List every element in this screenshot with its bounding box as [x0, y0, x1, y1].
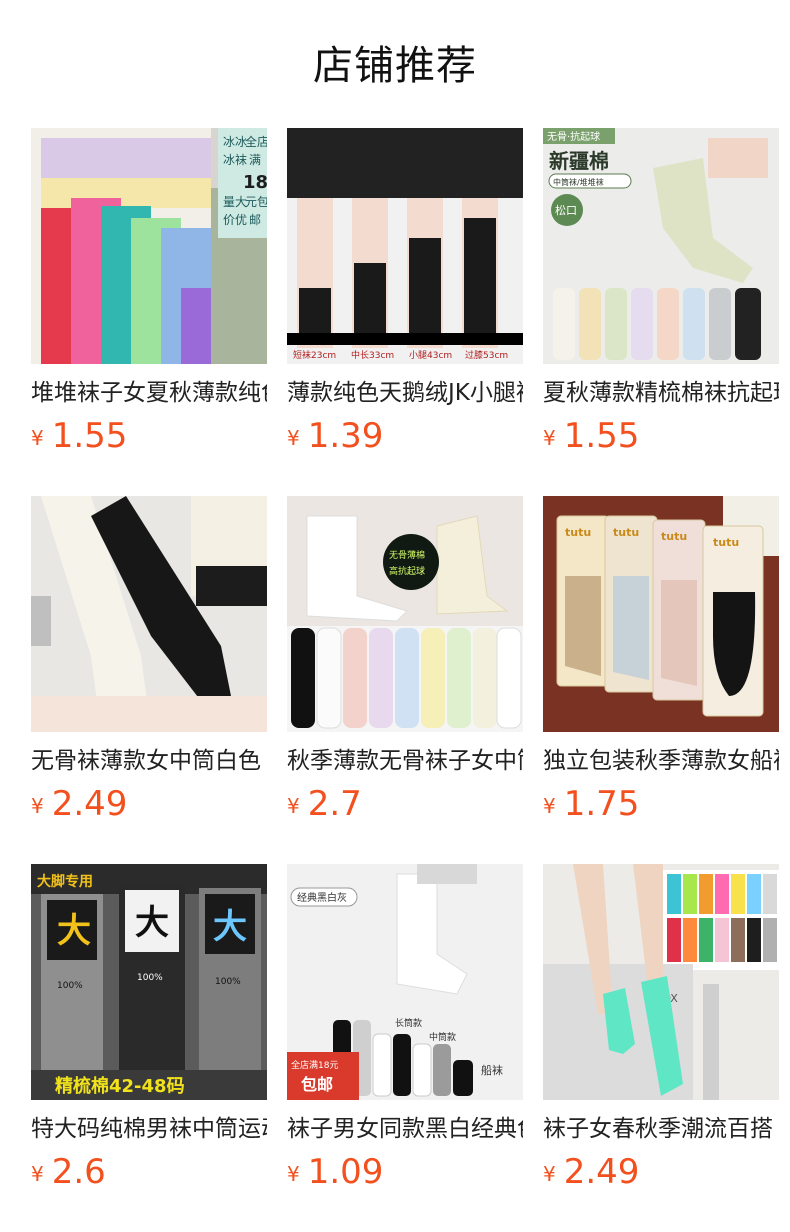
- image-caption: 长筒款: [395, 1017, 422, 1029]
- image-caption: 18: [243, 172, 267, 193]
- product-image[interactable]: 冰冰 全店 冰袜 满 18 量大 元包 价优 邮: [31, 128, 267, 364]
- image-caption: 100%: [57, 981, 83, 991]
- image-caption: 全店满18元: [291, 1059, 338, 1071]
- product-card[interactable]: BOX 袜子女春秋季潮流百搭 ¥2.49: [543, 864, 779, 1204]
- image-caption: 价优: [223, 213, 247, 227]
- currency-symbol: ¥: [287, 426, 300, 450]
- page: 店铺推荐 冰冰 全店 冰袜 满 18 量大 元包 价优 邮 堆堆袜子女夏秋薄款纯…: [0, 0, 790, 1232]
- currency-symbol: ¥: [31, 794, 44, 818]
- image-caption: 冰冰: [223, 135, 247, 149]
- currency-symbol: ¥: [31, 426, 44, 450]
- currency-symbol: ¥: [543, 1162, 556, 1186]
- product-image[interactable]: tutu tutu tutu tutu: [543, 496, 779, 732]
- product-name[interactable]: 特大码纯棉男袜中筒运动: [31, 1112, 267, 1146]
- price-amount: 1.55: [51, 416, 128, 456]
- image-caption: tutu: [565, 526, 591, 539]
- image-caption: tutu: [661, 530, 687, 543]
- price-amount: 2.7: [307, 784, 362, 824]
- product-card[interactable]: 冰冰 全店 冰袜 满 18 量大 元包 价优 邮 堆堆袜子女夏秋薄款纯色 ¥1.…: [31, 128, 267, 468]
- product-image[interactable]: [31, 496, 267, 732]
- image-caption: 中筒款: [429, 1031, 456, 1043]
- product-name[interactable]: 袜子女春秋季潮流百搭: [543, 1112, 779, 1146]
- price-amount: 1.55: [563, 416, 640, 456]
- image-caption: 高抗起球: [389, 565, 425, 577]
- image-caption: 中筒袜/堆堆袜: [553, 177, 604, 187]
- product-name[interactable]: 堆堆袜子女夏秋薄款纯色: [31, 376, 267, 410]
- price-amount: 1.75: [563, 784, 640, 824]
- product-name[interactable]: 袜子男女同款黑白经典色: [287, 1112, 523, 1146]
- image-caption: 全店: [245, 134, 267, 149]
- currency-symbol: ¥: [31, 1162, 44, 1186]
- product-name[interactable]: 独立包装秋季薄款女船袜: [543, 744, 779, 778]
- product-image[interactable]: 无骨薄棉 高抗起球: [287, 496, 523, 732]
- product-price: ¥2.49: [543, 1150, 639, 1194]
- image-caption: 新疆棉: [549, 149, 609, 173]
- price-amount: 2.49: [563, 1152, 640, 1192]
- product-card[interactable]: 短袜23cm 中长33cm 小腿43cm 过膝53cm 薄款纯色天鹅绒JK小腿袜…: [287, 128, 523, 468]
- image-caption: 满: [249, 153, 261, 167]
- image-caption: 大脚专用: [37, 873, 93, 890]
- price-amount: 2.49: [51, 784, 128, 824]
- product-price: ¥1.75: [543, 782, 639, 826]
- product-price: ¥2.49: [31, 782, 127, 826]
- image-caption: 精梳棉42-48码: [55, 1075, 185, 1097]
- image-caption: 船袜: [481, 1063, 503, 1077]
- image-caption: 短袜23cm: [293, 349, 336, 361]
- product-card[interactable]: 无骨袜薄款女中筒白色 ¥2.49: [31, 496, 267, 836]
- product-price: ¥2.6: [31, 1150, 106, 1194]
- price-amount: 1.09: [307, 1152, 384, 1192]
- currency-symbol: ¥: [287, 794, 300, 818]
- price-amount: 2.6: [51, 1152, 106, 1192]
- product-name[interactable]: 薄款纯色天鹅绒JK小腿袜: [287, 376, 523, 410]
- image-caption: 中长33cm: [351, 349, 394, 361]
- product-card[interactable]: tutu tutu tutu tutu 独立包装秋季薄款女船袜 ¥1.75: [543, 496, 779, 836]
- product-card[interactable]: 无骨薄棉 高抗起球 秋季薄款无骨袜子女中筒 ¥2.7: [287, 496, 523, 836]
- image-caption: tutu: [613, 526, 639, 539]
- currency-symbol: ¥: [287, 1162, 300, 1186]
- currency-symbol: ¥: [543, 426, 556, 450]
- price-amount: 1.39: [307, 416, 384, 456]
- image-caption: 松口: [555, 203, 577, 217]
- product-price: ¥2.7: [287, 782, 362, 826]
- image-caption: 小腿43cm: [409, 350, 452, 361]
- image-caption: 邮: [249, 213, 261, 227]
- image-caption: 量大: [223, 195, 247, 209]
- product-image[interactable]: 大脚专用 大 大 大 100% 100% 100% 精梳棉42-48码: [31, 864, 267, 1100]
- image-caption: tutu: [713, 536, 739, 549]
- product-card[interactable]: 大脚专用 大 大 大 100% 100% 100% 精梳棉42-48码 特大码纯…: [31, 864, 267, 1204]
- product-image[interactable]: 短袜23cm 中长33cm 小腿43cm 过膝53cm: [287, 128, 523, 364]
- product-image[interactable]: 无骨·抗起球 新疆棉 中筒袜/堆堆袜 松口: [543, 128, 779, 364]
- product-name[interactable]: 无骨袜薄款女中筒白色: [31, 744, 267, 778]
- product-price: ¥1.09: [287, 1150, 383, 1194]
- image-caption: 过膝53cm: [465, 349, 508, 361]
- image-caption: 冰袜: [223, 153, 247, 167]
- product-name[interactable]: 秋季薄款无骨袜子女中筒: [287, 744, 523, 778]
- currency-symbol: ¥: [543, 794, 556, 818]
- product-name[interactable]: 夏秋薄款精梳棉袜抗起球: [543, 376, 779, 410]
- product-price: ¥1.55: [543, 414, 639, 458]
- image-caption: 大: [57, 911, 91, 951]
- image-caption: 无骨薄棉: [389, 549, 425, 561]
- image-caption: 包邮: [301, 1075, 333, 1094]
- image-caption: 无骨·抗起球: [547, 130, 600, 143]
- image-caption: 元包: [245, 195, 267, 209]
- page-title: 店铺推荐: [313, 43, 477, 89]
- image-caption: 大: [135, 903, 169, 943]
- image-caption: 100%: [215, 977, 241, 987]
- product-card[interactable]: 无骨·抗起球 新疆棉 中筒袜/堆堆袜 松口 夏秋薄款精梳棉袜抗起球 ¥ 1.55: [543, 128, 779, 468]
- product-card[interactable]: 经典黑白灰 长筒款 中筒款 船袜 全店满18元 包邮 袜子男女同款黑白经典色 ¥…: [287, 864, 523, 1204]
- product-price: ¥1.55: [31, 414, 127, 458]
- product-image[interactable]: 经典黑白灰 长筒款 中筒款 船袜 全店满18元 包邮: [287, 864, 523, 1100]
- product-image[interactable]: BOX: [543, 864, 779, 1100]
- image-caption: 100%: [137, 973, 163, 983]
- image-caption: 大: [213, 907, 247, 947]
- product-price: ¥1.39: [287, 414, 383, 458]
- image-caption: 经典黑白灰: [297, 891, 347, 904]
